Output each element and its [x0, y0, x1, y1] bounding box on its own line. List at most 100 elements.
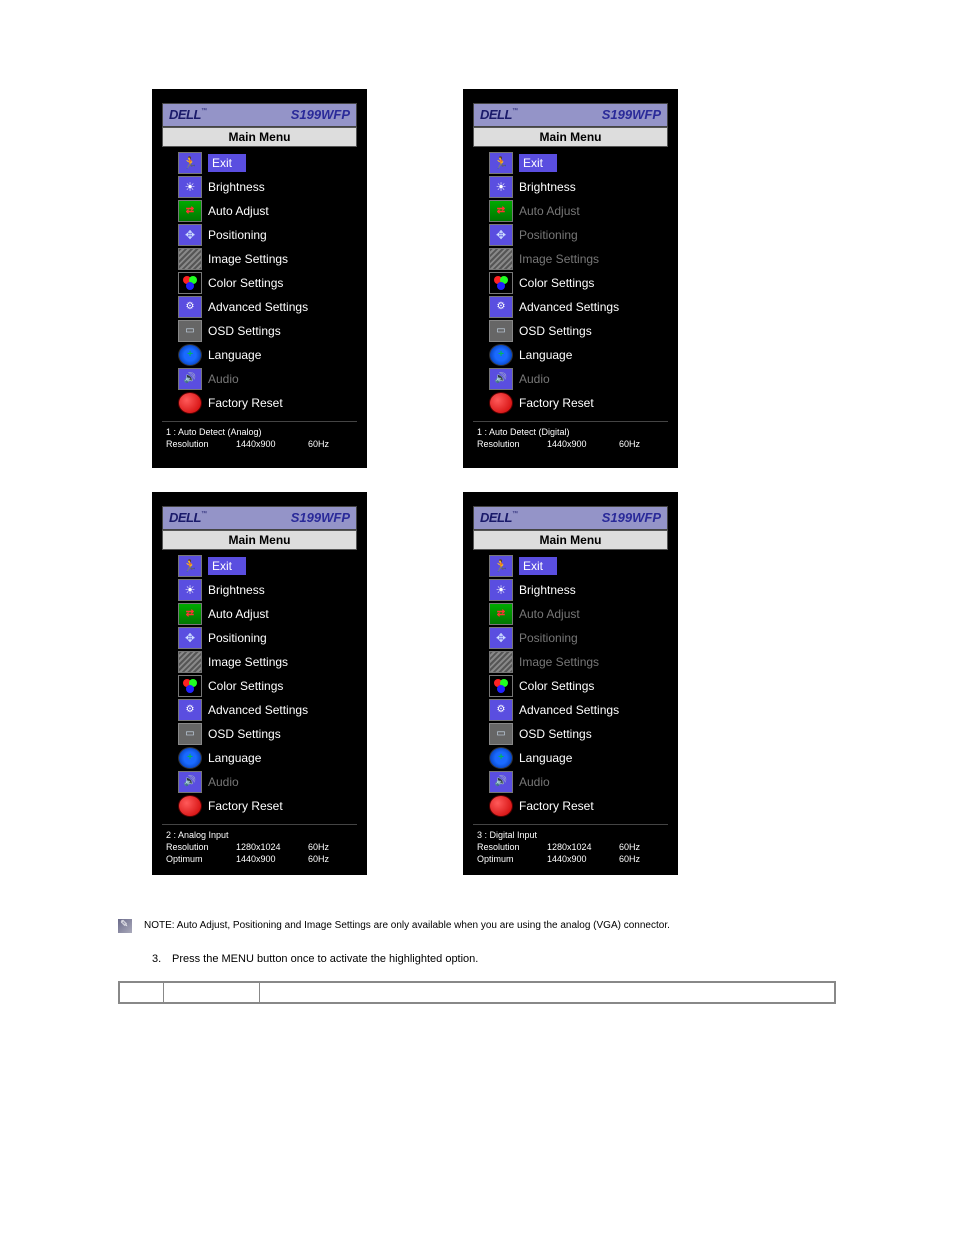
brightness-icon [489, 176, 513, 198]
factory_reset-icon [178, 795, 202, 817]
exit-icon [178, 152, 202, 174]
osd-panel-digital-input: DELL™S199WFPMain MenuExitBrightnessAuto … [463, 492, 678, 875]
factory_reset-icon [178, 392, 202, 414]
footer-source: 1 : Auto Detect (Analog) [164, 426, 355, 438]
audio-icon [489, 771, 513, 793]
osd_settings-icon [178, 723, 202, 745]
menu-item-label: Audio [208, 372, 239, 386]
menu-item-label: Positioning [519, 631, 578, 645]
color_settings-icon [178, 675, 202, 697]
menu-item-color_settings[interactable]: Color Settings [473, 674, 668, 698]
menu-item-image_settings[interactable]: Image Settings [473, 247, 668, 271]
note-text: NOTE: Auto Adjust, Positioning and Image… [144, 919, 670, 933]
advanced_settings-icon [178, 699, 202, 721]
menu-item-label: Exit [519, 154, 557, 172]
osd_settings-icon [489, 723, 513, 745]
menu-item-color_settings[interactable]: Color Settings [162, 271, 357, 295]
menu-item-image_settings[interactable]: Image Settings [473, 650, 668, 674]
exit-icon [489, 555, 513, 577]
model-label: S199WFP [291, 107, 350, 122]
menu-item-advanced_settings[interactable]: Advanced Settings [162, 295, 357, 319]
menu-item-label: Auto Adjust [519, 607, 580, 621]
options-table-wrap [118, 981, 836, 1004]
osd-examples-grid: DELL™S199WFPMain MenuExitBrightnessAuto … [152, 89, 836, 875]
menu-item-image_settings[interactable]: Image Settings [162, 650, 357, 674]
dell-logo: DELL™ [480, 510, 518, 525]
menu-item-label: Audio [519, 775, 550, 789]
menu-item-image_settings[interactable]: Image Settings [162, 247, 357, 271]
menu-item-exit[interactable]: Exit [473, 151, 668, 175]
menu-item-positioning[interactable]: Positioning [473, 626, 668, 650]
menu-item-language[interactable]: Language [473, 746, 668, 770]
color_settings-icon [489, 675, 513, 697]
menu-item-color_settings[interactable]: Color Settings [162, 674, 357, 698]
menu-item-auto_adjust[interactable]: Auto Adjust [162, 602, 357, 626]
menu-item-exit[interactable]: Exit [162, 151, 357, 175]
image_settings-icon [489, 651, 513, 673]
model-label: S199WFP [602, 510, 661, 525]
menu-item-brightness[interactable]: Brightness [162, 578, 357, 602]
menu-item-exit[interactable]: Exit [473, 554, 668, 578]
menu-item-factory_reset[interactable]: Factory Reset [162, 391, 357, 415]
menu-item-osd_settings[interactable]: OSD Settings [162, 722, 357, 746]
color_settings-icon [489, 272, 513, 294]
menu-item-language[interactable]: Language [162, 746, 357, 770]
osd-header: DELL™ S199WFP [473, 506, 668, 530]
menu-item-brightness[interactable]: Brightness [473, 578, 668, 602]
menu-item-auto_adjust[interactable]: Auto Adjust [473, 199, 668, 223]
menu-item-osd_settings[interactable]: OSD Settings [162, 319, 357, 343]
menu-item-osd_settings[interactable]: OSD Settings [473, 722, 668, 746]
menu-item-label: Audio [208, 775, 239, 789]
auto_adjust-icon [489, 200, 513, 222]
positioning-icon [489, 627, 513, 649]
osd-panel-analog-input: DELL™S199WFPMain MenuExitBrightnessAuto … [152, 492, 367, 875]
menu-item-brightness[interactable]: Brightness [473, 175, 668, 199]
menu-item-language[interactable]: Language [162, 343, 357, 367]
menu-item-factory_reset[interactable]: Factory Reset [162, 794, 357, 818]
language-icon [178, 344, 202, 366]
instruction-steps: 2.Push the - and + buttons to move betwe… [152, 951, 836, 968]
note-row: NOTE: Auto Adjust, Positioning and Image… [118, 919, 836, 933]
menu-item-auto_adjust[interactable]: Auto Adjust [162, 199, 357, 223]
exit-icon [178, 555, 202, 577]
advanced_settings-icon [489, 296, 513, 318]
footer-source: 3 : Digital Input [475, 829, 666, 841]
menu-item-exit[interactable]: Exit [162, 554, 357, 578]
menu-item-positioning[interactable]: Positioning [162, 626, 357, 650]
menu-item-label: Language [208, 348, 261, 362]
menu-item-label: Brightness [208, 583, 265, 597]
footer-optimum: Optimum1440x90060Hz [164, 853, 355, 865]
footer-resolution: Resolution1280x102460Hz [164, 841, 355, 853]
image_settings-icon [489, 248, 513, 270]
menu-item-advanced_settings[interactable]: Advanced Settings [162, 698, 357, 722]
menu-item-factory_reset[interactable]: Factory Reset [473, 794, 668, 818]
menu-item-osd_settings[interactable]: OSD Settings [473, 319, 668, 343]
menu-item-label: Image Settings [519, 655, 599, 669]
menu-item-audio[interactable]: Audio [162, 770, 357, 794]
menu-item-audio[interactable]: Audio [473, 770, 668, 794]
language-icon [489, 344, 513, 366]
menu-item-brightness[interactable]: Brightness [162, 175, 357, 199]
menu-item-advanced_settings[interactable]: Advanced Settings [473, 295, 668, 319]
menu-item-auto_adjust[interactable]: Auto Adjust [473, 602, 668, 626]
menu-item-label: Audio [519, 372, 550, 386]
menu-item-audio[interactable]: Audio [162, 367, 357, 391]
exit-icon [489, 152, 513, 174]
menu-item-label: Factory Reset [208, 396, 283, 410]
menu-item-language[interactable]: Language [473, 343, 668, 367]
menu-item-advanced_settings[interactable]: Advanced Settings [473, 698, 668, 722]
menu-item-label: OSD Settings [208, 324, 281, 338]
factory_reset-icon [489, 392, 513, 414]
menu-item-color_settings[interactable]: Color Settings [473, 271, 668, 295]
model-label: S199WFP [291, 510, 350, 525]
menu-item-label: OSD Settings [519, 324, 592, 338]
menu-item-label: Language [208, 751, 261, 765]
osd-panel-auto-analog: DELL™S199WFPMain MenuExitBrightnessAuto … [152, 89, 367, 468]
audio-icon [489, 368, 513, 390]
menu-item-positioning[interactable]: Positioning [162, 223, 357, 247]
menu-item-audio[interactable]: Audio [473, 367, 668, 391]
osd-menu-body: ExitBrightnessAuto AdjustPositioningImag… [162, 147, 357, 421]
menu-item-positioning[interactable]: Positioning [473, 223, 668, 247]
menu-item-factory_reset[interactable]: Factory Reset [473, 391, 668, 415]
menu-item-label: Auto Adjust [208, 607, 269, 621]
